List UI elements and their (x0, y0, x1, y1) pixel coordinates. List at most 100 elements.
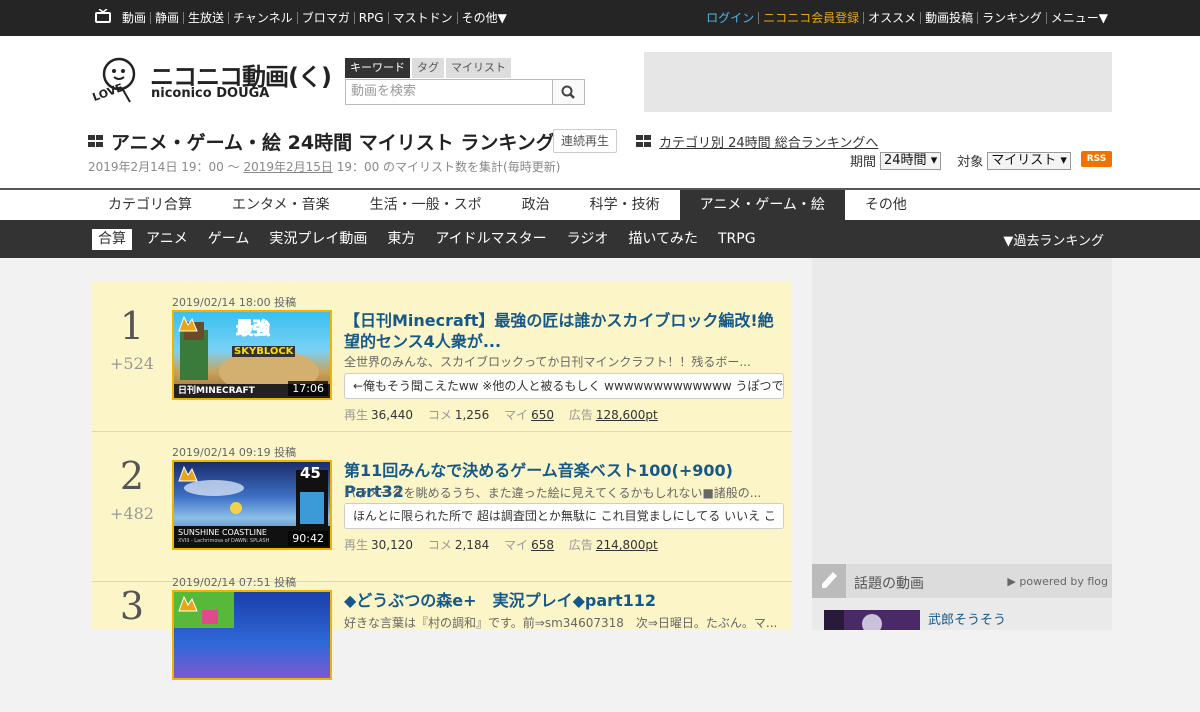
hot-videos-header: 話題の動画 ▶ powered by flog (812, 564, 1112, 598)
niconico-tv-icon[interactable] (95, 9, 111, 23)
thumb-sub-text: SKYBLOCK (232, 346, 296, 357)
search-icon (561, 85, 575, 99)
subtab-anime[interactable]: アニメ (140, 229, 194, 250)
nav-recommend[interactable]: オススメ (864, 11, 920, 25)
mylist-count-link[interactable]: 650 (531, 408, 554, 422)
video-thumbnail[interactable]: 45 SUNSHINE COASTLINE XVIII - Lachrimosa… (172, 460, 332, 550)
tab-other[interactable]: その他 (845, 190, 927, 220)
comments-label: コメ (427, 408, 452, 422)
search-tab-mylist[interactable]: マイリスト (446, 58, 511, 78)
ads-points-link[interactable]: 214,800pt (596, 538, 658, 552)
category-ranking-link[interactable]: カテゴリ別 24時間 総合ランキングへ (659, 132, 878, 151)
search-type-tabs: キーワード タグ マイリスト (345, 58, 513, 78)
nav-rpg[interactable]: RPG (355, 11, 388, 25)
thumb-title-text: 最強 (236, 319, 271, 340)
video-description: 全世界のみんな、スカイブロックってか日刊マインクラフト！！残るボー... (344, 355, 751, 369)
hot-video-title-link[interactable]: 武郎そうそう (928, 609, 1006, 628)
hot-video-thumbnail[interactable] (824, 610, 920, 630)
hot-videos-title: 話題の動画 (854, 576, 924, 592)
thumb-caption: 日刊MINECRAFT (178, 386, 255, 396)
video-title-link[interactable]: ◆どうぶつの森e+ 実況プレイ◆part112 (344, 590, 779, 611)
nav-menu[interactable]: メニュー▼ (1047, 11, 1112, 25)
views-label: 再生 (344, 538, 369, 552)
ads-label: 広告 (568, 538, 593, 552)
views-count: 36,440 (371, 408, 414, 422)
search-tab-tag[interactable]: タグ (412, 58, 444, 78)
nav-more-menu[interactable]: その他▼ (458, 11, 511, 25)
logo-subtext: niconico DOUGA (151, 86, 270, 101)
rank-change: +524 (110, 354, 154, 373)
rank-number: 1 (119, 304, 145, 348)
nav-mastodon[interactable]: マストドン (389, 11, 457, 25)
rank-number: 2 (119, 454, 145, 498)
flog-credit-link[interactable]: ▶ powered by flog (1007, 575, 1108, 588)
account-links: ログイン ニコニコ会員登録 オススメ 動画投稿 ランキング メニュー▼ (702, 0, 1112, 36)
tab-entertainment-music[interactable]: エンタメ・音楽 (212, 190, 350, 220)
tab-politics[interactable]: 政治 (502, 190, 570, 220)
login-link[interactable]: ログイン (702, 11, 758, 25)
medal-icon (178, 595, 198, 612)
tab-science-tech[interactable]: 科学・技術 (570, 190, 680, 220)
target-label: 対象 (957, 155, 984, 170)
subcategory-tabs: 合算 アニメ ゲーム 実況プレイ動画 東方 アイドルマスター ラジオ 描いてみた… (0, 220, 1200, 258)
target-select[interactable]: マイリスト ▾ (987, 151, 1071, 170)
video-description: 好きな言葉は『村の調和』です。前⇒sm34607318 次⇒日曜日。たぶん。マ.… (344, 616, 778, 630)
period-rest: 19：00 のマイリスト数を集計(毎時更新) (332, 160, 561, 174)
ranking-item: 1 +524 2019/02/14 18:00 投稿 最強 SKYBLOCK 日… (92, 282, 792, 432)
ranking-grid-icon (88, 135, 103, 147)
category-grid-icon (636, 135, 651, 147)
latest-comments: ほんとに限られた所で 超は調査団とか無駄に これ目覚ましにしてる いいえ こ (344, 503, 784, 529)
nav-live[interactable]: 生放送 (184, 11, 228, 25)
past-ranking-link[interactable]: ▼過去ランキング (1003, 230, 1104, 249)
subtab-trpg[interactable]: TRPG (712, 229, 762, 250)
subtab-radio[interactable]: ラジオ (561, 229, 615, 250)
mylist-count-link[interactable]: 658 (531, 538, 554, 552)
header-ad-banner[interactable] (644, 52, 1112, 112)
video-description: パラメータを眺めるうち、また違った絵に見えてくるかもしれない■諸般の... (344, 486, 762, 500)
subtab-all[interactable]: 合算 (92, 228, 132, 250)
video-thumbnail[interactable]: 最強 SKYBLOCK 日刊MINECRAFT 17:06 (172, 310, 332, 400)
video-stats: 再生 30,120 コメ 2,184 マイ 658 広告 214,800pt (344, 536, 669, 553)
ranking-item: 2 +482 2019/02/14 09:19 投稿 45 SUNSHINE C… (92, 432, 792, 582)
rank-number: 3 (119, 584, 145, 628)
nav-seiga[interactable]: 静画 (151, 11, 183, 25)
register-link[interactable]: ニコニコ会員登録 (759, 11, 863, 25)
period-select-value: 24時間 (884, 152, 927, 168)
nav-ranking[interactable]: ランキング (978, 11, 1046, 25)
search-tab-keyword[interactable]: キーワード (345, 58, 410, 78)
subtab-idolmaster[interactable]: アイドルマスター (429, 229, 552, 250)
subtab-drawing[interactable]: 描いてみた (622, 229, 704, 250)
search-input[interactable]: 動画を検索 (345, 79, 553, 105)
niconico-logo[interactable]: LOVE ニコニコ動画(く) niconico DOUGA (91, 56, 332, 106)
thumb-rank-number: 45 (300, 464, 321, 482)
ranking-list: 1 +524 2019/02/14 18:00 投稿 最強 SKYBLOCK 日… (92, 282, 792, 680)
nav-video[interactable]: 動画 (118, 11, 150, 25)
page-header: LOVE ニコニコ動画(く) niconico DOUGA キーワード タグ マ… (0, 36, 1200, 188)
nav-channel[interactable]: チャンネル (229, 11, 297, 25)
video-duration: 17:06 (288, 381, 328, 396)
nav-blomaga[interactable]: ブロマガ (298, 11, 354, 25)
subtab-touhou[interactable]: 東方 (381, 229, 421, 250)
period-select[interactable]: 24時間 ▾ (880, 151, 942, 170)
period-text: 2019年2月14日 19：00 ～ 2019年2月15日 19：00 のマイリ… (88, 158, 560, 175)
tab-life-general-sports[interactable]: 生活・一般・スポ (350, 190, 502, 220)
ads-points-link[interactable]: 128,600pt (596, 408, 658, 422)
views-label: 再生 (344, 408, 369, 422)
service-links: 動画 静画 生放送 チャンネル ブロマガ RPG マストドン その他▼ (118, 0, 511, 36)
search-button[interactable] (552, 79, 585, 105)
rss-button[interactable]: RSS (1081, 151, 1112, 167)
page-title: アニメ・ゲーム・絵 24時間 マイリスト ランキング (111, 132, 555, 154)
nav-upload[interactable]: 動画投稿 (921, 11, 977, 25)
video-thumbnail[interactable] (172, 590, 332, 680)
subtab-game[interactable]: ゲーム (202, 229, 256, 250)
tab-anime-game-art[interactable]: アニメ・ゲーム・絵 (679, 190, 845, 220)
period-end-link[interactable]: 2019年2月15日 (243, 160, 332, 174)
video-title-link[interactable]: 【日刊Minecraft】最強の匠は誰かスカイブロック編改!絶望的センス4人衆が… (344, 310, 779, 352)
thumb-song-name: SUNSHINE COASTLINE (178, 528, 267, 537)
continuous-play-button[interactable]: 連続再生 (553, 129, 617, 153)
target-select-value: マイリスト (991, 152, 1057, 168)
subtab-lets-play[interactable]: 実況プレイ動画 (263, 229, 373, 250)
tab-category-all[interactable]: カテゴリ合算 (88, 190, 212, 220)
mylist-label: マイ (504, 538, 529, 552)
views-count: 30,120 (371, 538, 414, 552)
